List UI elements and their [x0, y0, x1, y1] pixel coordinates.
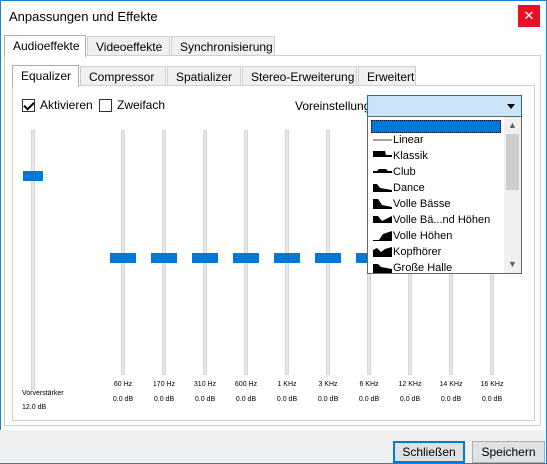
tab-stereo-widening[interactable]: Stereo-Erweiterung — [242, 66, 357, 86]
band-gain: 0.0 dB — [112, 396, 134, 403]
dropdown-item-label: Volle Bä...nd Höhen — [393, 214, 491, 226]
dropdown-item-club[interactable]: Club — [371, 164, 501, 180]
band-frequency: 6 KHz — [359, 381, 379, 388]
dropdown-item-label: Große Halle — [393, 262, 453, 273]
save-button[interactable]: Speichern — [472, 441, 545, 463]
dropdown-item-full-treble[interactable]: Volle Höhen — [371, 228, 501, 244]
dropdown-item-label: Club — [393, 166, 416, 178]
preset-dropdown-list[interactable]: Linear Klassik Club Dance Volle Bässe Vo… — [367, 116, 522, 274]
tab-equalizer[interactable]: Equalizer — [12, 65, 79, 87]
close-icon[interactable]: ✕ — [518, 5, 540, 27]
scroll-down-icon[interactable]: ▼ — [504, 256, 521, 273]
curve-bass-icon — [373, 199, 392, 209]
curve-dance-icon — [373, 184, 392, 192]
enable-label: Aktivieren — [40, 98, 93, 112]
curve-large-hall-icon — [373, 264, 392, 273]
dropdown-item-linear[interactable]: Linear — [371, 132, 501, 148]
dropdown-item-label: Klassik — [393, 150, 428, 162]
curve-bass-treble-icon — [373, 216, 392, 223]
preamp-slider-thumb[interactable] — [23, 171, 43, 181]
band-gain: 0.0 dB — [235, 396, 257, 403]
band-frequency: 1 KHz — [277, 381, 297, 388]
dropdown-item-full-bass-treble[interactable]: Volle Bä...nd Höhen — [371, 212, 501, 228]
band-gain: 0.0 dB — [440, 396, 462, 403]
band-gain: 0.0 dB — [317, 396, 339, 403]
dropdown-item-full-bass[interactable]: Volle Bässe — [371, 196, 501, 212]
close-button[interactable]: Schließen — [393, 441, 465, 463]
dropdown-item-classical[interactable]: Klassik — [371, 148, 501, 164]
dropdown-item-label: Kopfhörer — [393, 246, 442, 258]
band-frequency: 600 Hz — [234, 381, 258, 388]
band-frequency: 310 Hz — [193, 381, 217, 388]
dropdown-item-label: Linear — [393, 134, 424, 146]
dropdown-item-dance[interactable]: Dance — [371, 180, 501, 196]
band-gain: 0.0 dB — [153, 396, 175, 403]
enable-checkbox-row[interactable]: Aktivieren — [22, 98, 93, 112]
dropdown-item-label: Volle Höhen — [393, 230, 453, 242]
band-frequency: 170 Hz — [152, 381, 176, 388]
tab-compressor[interactable]: Compressor — [80, 66, 166, 86]
band-frequency: 3 KHz — [318, 381, 338, 388]
tab-synchronization[interactable]: Synchronisierung — [171, 36, 275, 56]
band-gain: 0.0 dB — [194, 396, 216, 403]
band-gain: 0.0 dB — [399, 396, 421, 403]
tab-spatializer[interactable]: Spatializer — [167, 66, 241, 86]
twopass-checkbox-row[interactable]: Zweifach — [99, 98, 165, 112]
band-slider-thumb[interactable] — [233, 252, 259, 263]
band-slider-thumb[interactable] — [151, 252, 177, 263]
preamp-label: Vorverstärker — [22, 390, 64, 397]
band-slider-thumb[interactable] — [274, 252, 300, 263]
preset-label: Voreinstellung — [295, 99, 371, 113]
band-gain: 0.0 dB — [276, 396, 298, 403]
preamp-slider-track[interactable] — [31, 130, 35, 390]
preset-select[interactable] — [367, 95, 522, 117]
twopass-checkbox[interactable] — [99, 98, 112, 112]
tab-video-effects[interactable]: Videoeffekte — [87, 36, 170, 56]
band-frequency: 60 Hz — [113, 381, 133, 388]
curve-treble-icon — [373, 231, 392, 241]
dropdown-item-label: Dance — [393, 182, 425, 194]
scrollbar-thumb[interactable] — [506, 134, 519, 190]
band-gain: 0.0 dB — [481, 396, 503, 403]
dropdown-item-label: Volle Bässe — [393, 198, 451, 210]
band-frequency: 12 KHz — [398, 381, 422, 388]
title-bar: Anpassungen und Effekte ✕ — [1, 1, 546, 33]
curve-club-icon — [373, 169, 392, 173]
tab-advanced[interactable]: Erweitert — [358, 66, 416, 86]
enable-checkbox[interactable] — [22, 98, 35, 112]
window-title: Anpassungen und Effekte — [9, 9, 158, 24]
band-frequency: 14 KHz — [439, 381, 463, 388]
dropdown-scrollbar[interactable]: ▲ ▼ — [504, 117, 521, 273]
tab-audio-effects[interactable]: Audioeffekte — [4, 35, 86, 57]
band-slider-thumb[interactable] — [315, 252, 341, 263]
band-frequency: 16 KHz — [480, 381, 504, 388]
twopass-label: Zweifach — [117, 98, 166, 112]
scroll-up-icon[interactable]: ▲ — [504, 117, 521, 134]
dropdown-item-large-hall[interactable]: Große Halle — [371, 260, 501, 273]
curve-flat-icon — [373, 139, 392, 141]
band-slider-thumb[interactable] — [192, 252, 218, 263]
curve-headphones-icon — [373, 247, 392, 257]
chevron-down-icon[interactable] — [507, 104, 515, 109]
preamp-value: 12.0 dB — [22, 404, 47, 411]
band-gain: 0.0 dB — [358, 396, 380, 403]
band-slider-thumb[interactable] — [110, 252, 136, 263]
dropdown-item-headphones[interactable]: Kopfhörer — [371, 244, 501, 260]
curve-classical-icon — [373, 151, 392, 157]
